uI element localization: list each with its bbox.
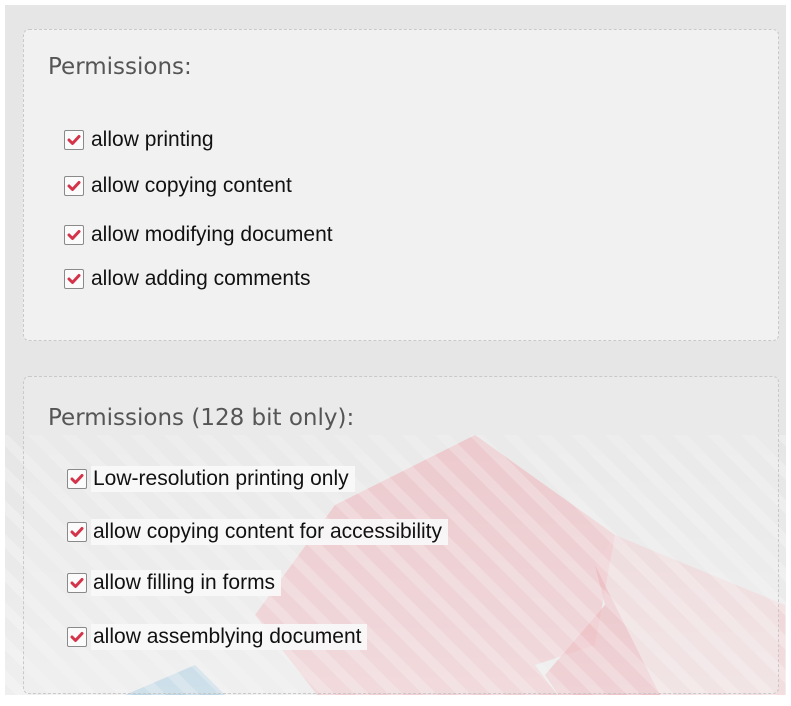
checkbox-checked-icon[interactable]: [64, 225, 84, 245]
checkbox-checked-icon[interactable]: [67, 469, 87, 489]
checkbox-label[interactable]: allow copying content for accessibility: [91, 519, 449, 545]
checkbox-low-resolution-printing[interactable]: Low-resolution printing only: [67, 466, 355, 492]
checkbox-checked-icon[interactable]: [64, 269, 84, 289]
settings-pane: Permissions: allow printing allow copyin…: [5, 5, 786, 695]
checkbox-label[interactable]: allow copying content: [91, 174, 292, 198]
permissions-128-panel: Permissions (128 bit only): Low-resoluti…: [23, 376, 779, 694]
checkbox-allow-printing[interactable]: allow printing: [64, 127, 214, 153]
checkbox-allow-modifying-document[interactable]: allow modifying document: [64, 222, 333, 248]
checkbox-checked-icon[interactable]: [64, 176, 84, 196]
checkbox-allow-filling-forms[interactable]: allow filling in forms: [67, 570, 282, 596]
checkbox-checked-icon[interactable]: [67, 573, 87, 593]
checkbox-checked-icon[interactable]: [67, 627, 87, 647]
checkbox-allow-adding-comments[interactable]: allow adding comments: [64, 266, 310, 292]
checkbox-label[interactable]: allow printing: [91, 128, 214, 152]
checkbox-label[interactable]: Low-resolution printing only: [91, 466, 355, 492]
checkbox-allow-assemblying-document[interactable]: allow assemblying document: [67, 624, 368, 650]
checkbox-checked-icon[interactable]: [67, 522, 87, 542]
checkbox-checked-icon[interactable]: [64, 130, 84, 150]
checkbox-allow-copying-accessibility[interactable]: allow copying content for accessibility: [67, 519, 449, 545]
permissions-title: Permissions:: [48, 54, 192, 80]
checkbox-label[interactable]: allow adding comments: [91, 267, 310, 291]
checkbox-label[interactable]: allow assemblying document: [91, 624, 368, 650]
checkbox-label[interactable]: allow modifying document: [91, 223, 333, 247]
permissions-panel: Permissions: allow printing allow copyin…: [23, 29, 779, 341]
checkbox-label[interactable]: allow filling in forms: [91, 570, 282, 596]
checkbox-allow-copying-content[interactable]: allow copying content: [64, 173, 292, 199]
permissions-128-title: Permissions (128 bit only):: [48, 405, 355, 431]
